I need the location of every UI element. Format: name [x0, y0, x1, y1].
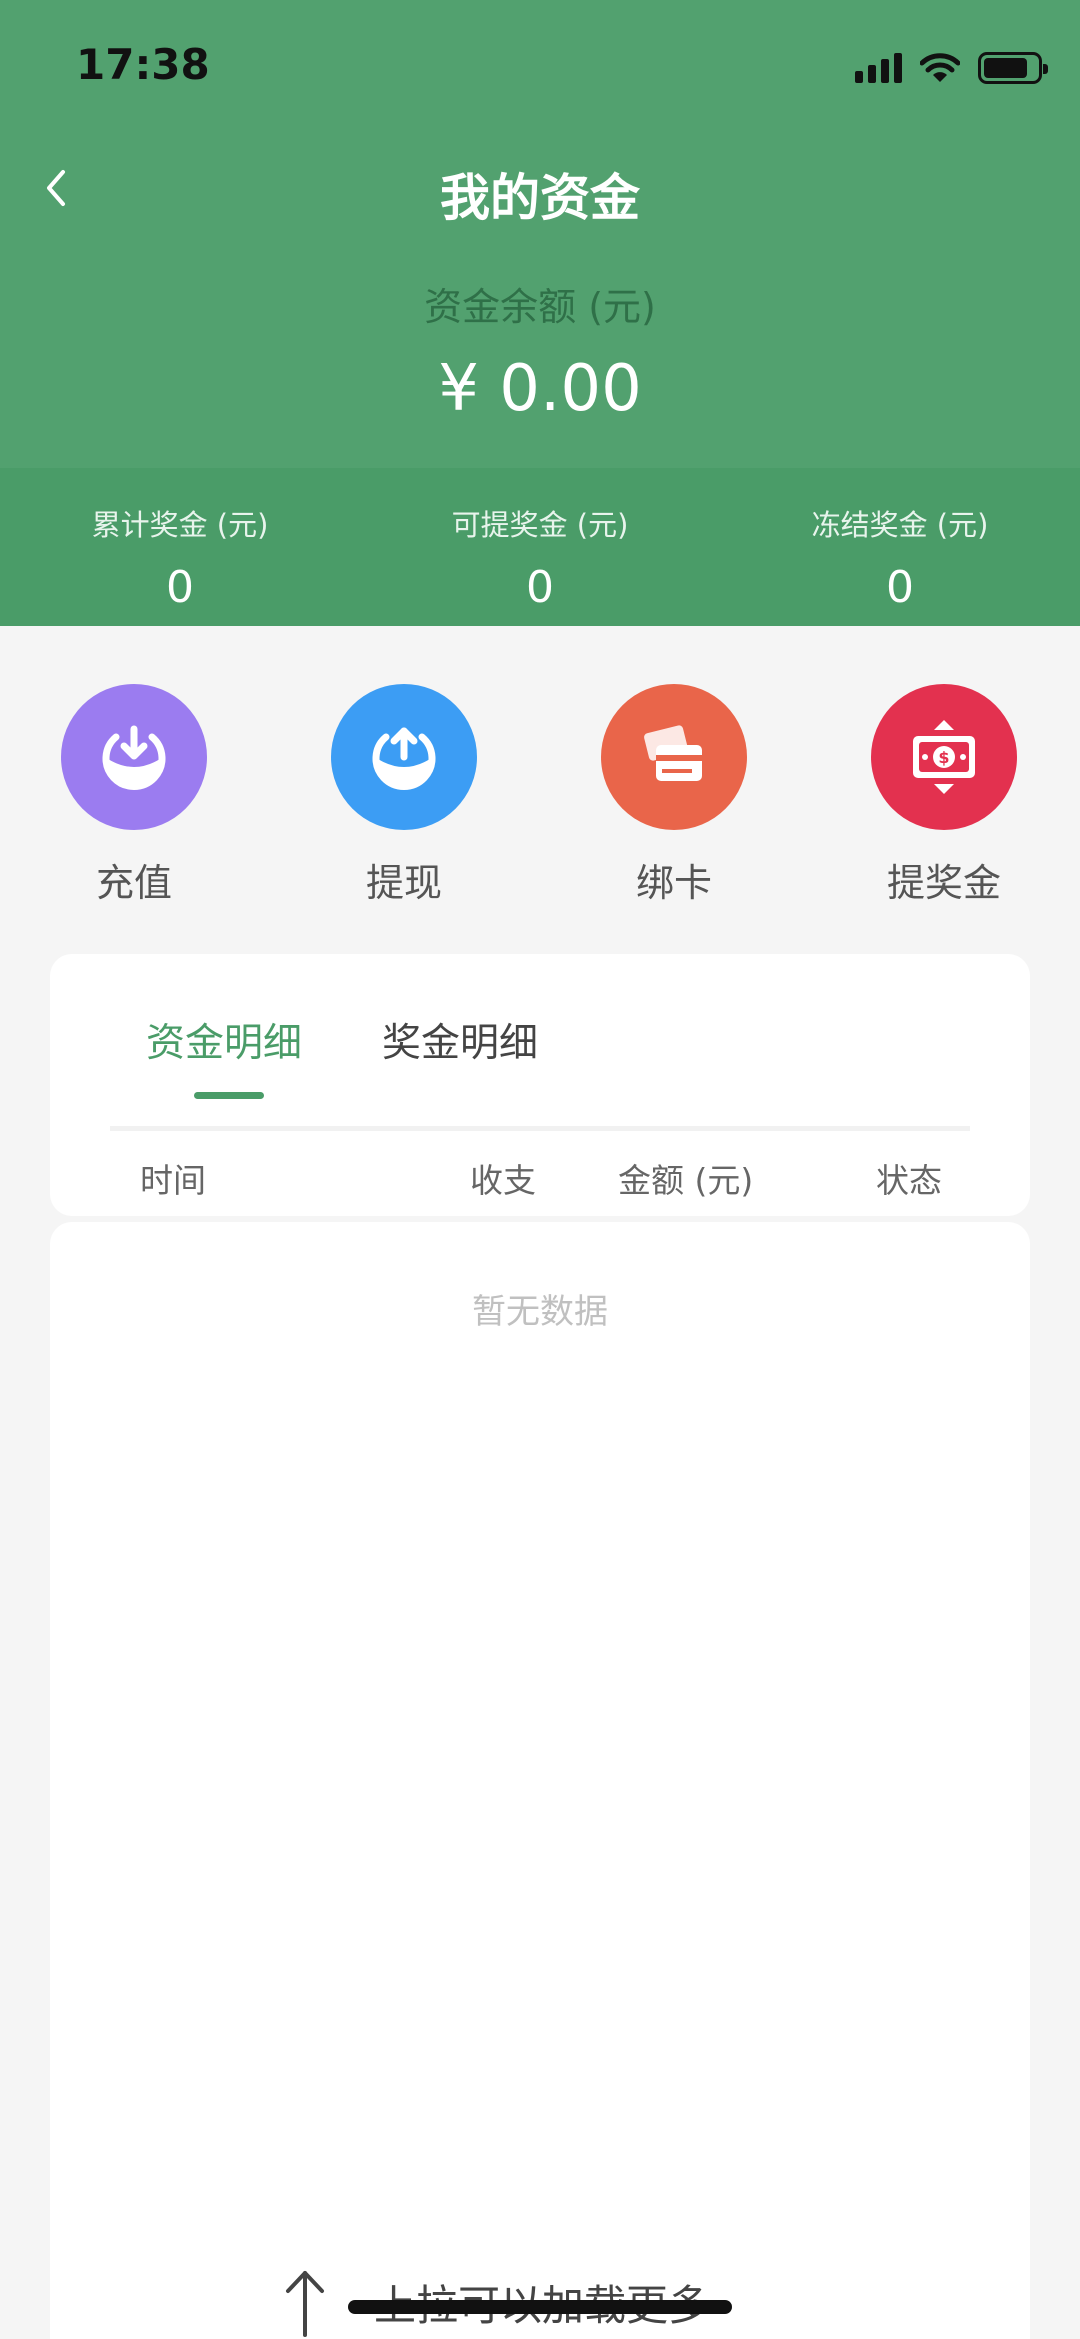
stat-withdrawable-bonus: 可提奖金 (元) 0 — [360, 468, 720, 626]
col-amount: 金额 (元) — [618, 1161, 754, 1200]
detail-tabs: 资金明细 奖金明细 — [50, 1012, 1030, 1092]
detail-list[interactable]: 暂无数据 上拉可以加载更多 — [50, 1222, 1030, 2339]
col-type: 收支 — [470, 1161, 536, 1200]
tab-divider — [110, 1126, 970, 1131]
battery-icon — [978, 52, 1048, 84]
empty-state: 暂无数据 — [472, 1292, 608, 1332]
action-label: 绑卡 — [635, 861, 712, 905]
arrow-up-icon — [286, 2271, 324, 2337]
action-label: 提奖金 — [886, 861, 1001, 905]
recharge-icon — [61, 684, 207, 830]
page-title: 我的资金 — [440, 169, 640, 227]
tab-bonus-detail[interactable]: 奖金明细 — [382, 1012, 538, 1068]
status-icons — [855, 48, 1048, 88]
bonus-withdraw-button[interactable]: $ 提奖金 — [844, 684, 1044, 907]
stat-frozen-bonus: 冻结奖金 (元) 0 — [720, 468, 1080, 626]
action-row: 充值 提现 绑卡 $ 提奖金 — [0, 684, 1080, 907]
status-bar: 17:38 — [0, 0, 1080, 130]
stat-label: 累计奖金 (元) — [91, 508, 269, 542]
balance-value: ¥ 0.00 — [438, 352, 642, 426]
col-time: 时间 — [140, 1161, 206, 1200]
withdraw-button[interactable]: 提现 — [304, 684, 504, 907]
stats-band: 累计奖金 (元) 0 可提奖金 (元) 0 冻结奖金 (元) 0 — [0, 468, 1080, 626]
signal-icon — [855, 53, 902, 83]
stat-value: 0 — [526, 562, 554, 613]
home-indicator[interactable] — [348, 2300, 732, 2314]
bonus-withdraw-icon: $ — [871, 684, 1017, 830]
action-label: 提现 — [365, 861, 442, 905]
detail-card-header: 资金明细 奖金明细 时间 收支 金额 (元) 状态 — [50, 954, 1030, 1216]
funds-page: 17:38 我的资金 资金余额 (元) ¥ 0.00 累计奖金 (元) 0 可提… — [0, 0, 1080, 2339]
stat-value: 0 — [166, 562, 194, 613]
header: 17:38 我的资金 资金余额 (元) ¥ 0.00 — [0, 0, 1080, 468]
withdraw-icon — [331, 684, 477, 830]
bind-card-button[interactable]: 绑卡 — [574, 684, 774, 907]
bind-card-icon — [601, 684, 747, 830]
svg-text:$: $ — [938, 748, 949, 767]
active-tab-indicator — [194, 1092, 264, 1099]
tab-fund-detail[interactable]: 资金明细 — [146, 1012, 302, 1068]
table-header: 时间 收支 金额 (元) 状态 — [50, 1154, 1030, 1204]
status-time: 17:38 — [76, 40, 210, 89]
recharge-button[interactable]: 充值 — [34, 684, 234, 907]
wifi-icon — [920, 53, 960, 82]
stat-value: 0 — [886, 562, 914, 613]
col-status: 状态 — [876, 1161, 942, 1200]
stat-total-bonus: 累计奖金 (元) 0 — [0, 468, 360, 626]
balance-label: 资金余额 (元) — [424, 285, 656, 329]
stat-label: 冻结奖金 (元) — [811, 508, 989, 542]
action-label: 充值 — [95, 861, 172, 905]
stat-label: 可提奖金 (元) — [451, 508, 629, 542]
